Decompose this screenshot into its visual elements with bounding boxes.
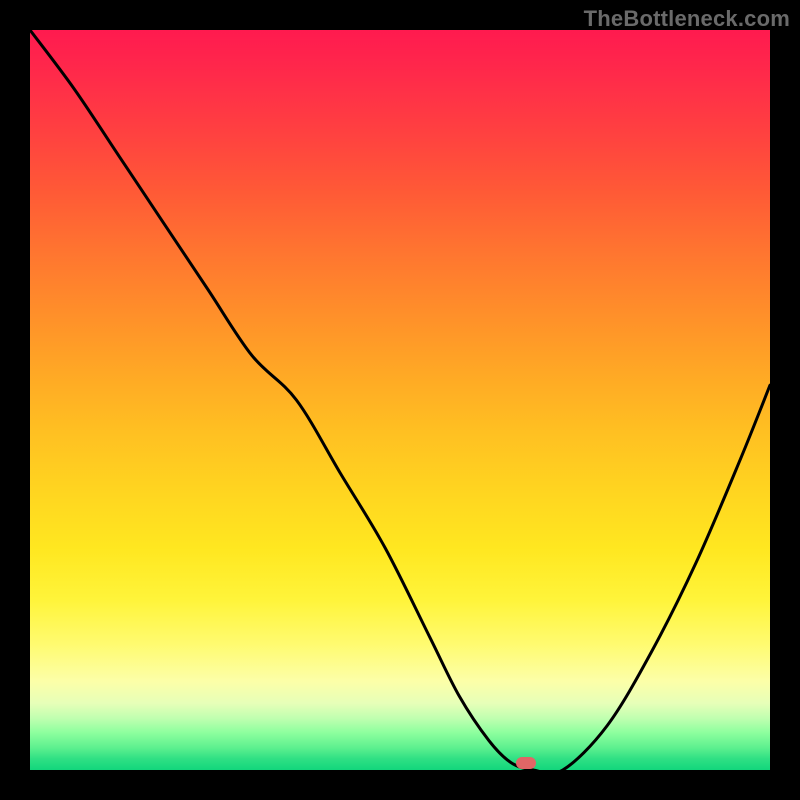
frame-bottom (0, 770, 800, 800)
curve-marker (516, 757, 536, 769)
watermark-text: TheBottleneck.com (584, 6, 790, 32)
frame-left (0, 0, 30, 800)
frame-right (770, 0, 800, 800)
bottleneck-curve-line (30, 30, 770, 770)
chart-plot (30, 30, 770, 770)
